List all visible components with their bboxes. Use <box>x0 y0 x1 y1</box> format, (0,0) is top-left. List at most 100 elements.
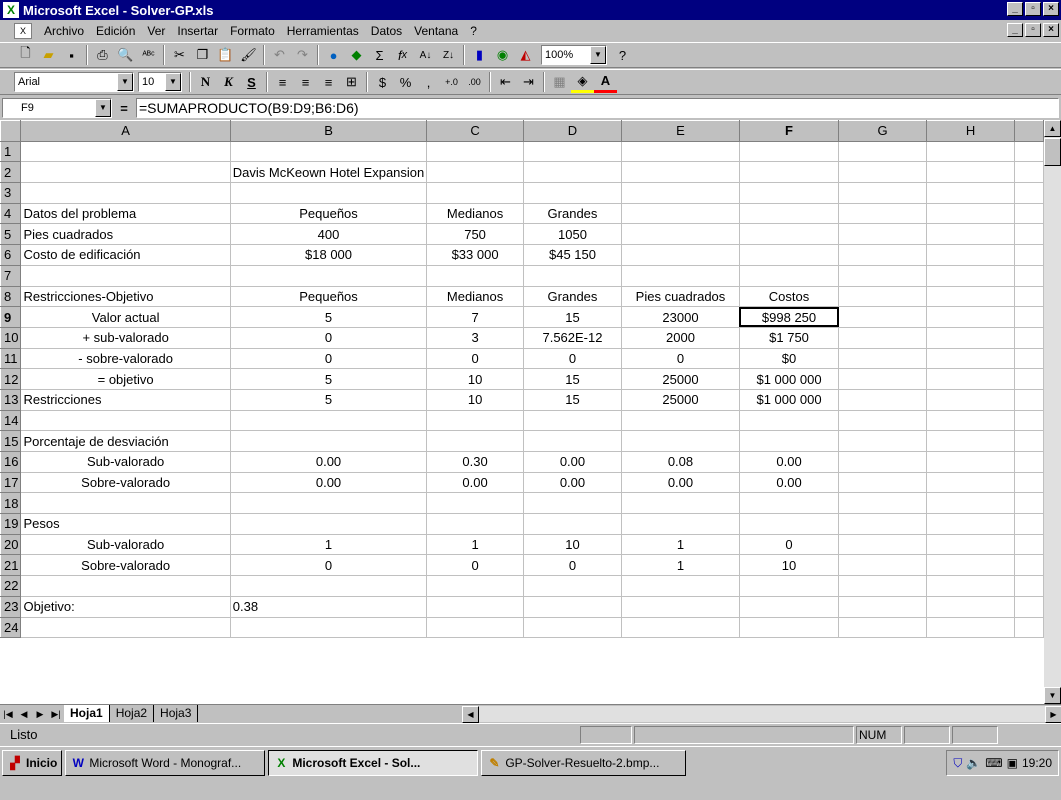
row-header[interactable]: 12 <box>0 368 22 390</box>
cell-h6[interactable] <box>925 244 1016 266</box>
cell-filler[interactable] <box>1014 388 1044 411</box>
cell-h3[interactable] <box>925 182 1016 204</box>
row-header[interactable]: 11 <box>0 347 22 370</box>
cell-b21[interactable]: 0 <box>229 554 428 577</box>
cell-e20[interactable]: 1 <box>621 533 740 556</box>
cell-f12[interactable]: $1 000 000 <box>738 368 840 390</box>
cell-c23[interactable] <box>426 595 524 618</box>
cell-d14[interactable] <box>522 409 623 432</box>
cell-b10[interactable]: 0 <box>229 326 428 349</box>
row-header[interactable]: 24 <box>0 616 22 639</box>
cell-a10[interactable]: + sub-valorado <box>20 326 231 349</box>
cell-filler[interactable] <box>1014 595 1044 618</box>
row-header[interactable]: 7 <box>0 264 22 287</box>
cell-c17[interactable]: 0.00 <box>426 471 524 494</box>
row-header[interactable]: 22 <box>0 575 22 597</box>
antivirus-icon[interactable]: ⛉ <box>953 756 962 771</box>
cell-filler[interactable] <box>1014 347 1044 370</box>
name-box[interactable]: F9 ▼ <box>2 98 112 118</box>
cell-a16[interactable]: Sub-valorado <box>20 451 231 473</box>
cell-e21[interactable]: 1 <box>621 554 740 577</box>
spellcheck-icon[interactable]: ᴬᴮᶜ <box>137 44 160 66</box>
cell-d7[interactable] <box>522 264 623 287</box>
scroll-right-icon[interactable]: ▶ <box>1045 706 1061 723</box>
minimize-button[interactable]: _ <box>1007 2 1023 16</box>
align-center-icon[interactable]: ≡ <box>294 71 317 93</box>
cell-b5[interactable]: 400 <box>229 223 428 246</box>
cell-filler[interactable] <box>1014 430 1044 452</box>
align-right-icon[interactable]: ≡ <box>317 71 340 93</box>
row-header[interactable]: 10 <box>0 326 22 349</box>
cell-d24[interactable] <box>522 616 623 639</box>
cell-a7[interactable] <box>20 264 231 287</box>
cell-f2[interactable] <box>738 161 840 184</box>
row-header[interactable]: 8 <box>0 285 22 308</box>
increase-indent-icon[interactable]: ⇥ <box>517 71 540 93</box>
menu-ventana[interactable]: Ventana <box>408 24 464 38</box>
zoom-select[interactable]: 100% ▼ <box>541 45 607 65</box>
cell-g2[interactable] <box>838 161 927 184</box>
format-painter-icon[interactable]: 🖌 <box>237 44 260 66</box>
cell-d13[interactable]: 15 <box>522 388 623 411</box>
document-icon[interactable]: X <box>14 23 32 39</box>
cell-h22[interactable] <box>925 575 1016 597</box>
menu-insertar[interactable]: Insertar <box>171 24 224 38</box>
cell-b20[interactable]: 1 <box>229 533 428 556</box>
font-size-dropdown-icon[interactable]: ▼ <box>165 73 181 91</box>
cell-d8[interactable]: Grandes <box>522 285 623 308</box>
new-file-icon[interactable]: 🗋 <box>14 44 37 66</box>
cell-h16[interactable] <box>925 451 1016 473</box>
taskbar-item-excel[interactable]: X Microsoft Excel - Sol... <box>268 750 479 776</box>
doc-minimize-button[interactable]: _ <box>1007 23 1023 37</box>
cell-d15[interactable] <box>522 430 623 452</box>
column-header-g[interactable]: G <box>838 120 927 142</box>
cell-filler[interactable] <box>1014 326 1044 349</box>
cell-h13[interactable] <box>925 388 1016 411</box>
cell-filler[interactable] <box>1014 554 1044 577</box>
cell-b12[interactable]: 5 <box>229 368 428 390</box>
row-header[interactable]: 1 <box>0 140 22 163</box>
row-header[interactable]: 21 <box>0 554 22 577</box>
cell-h15[interactable] <box>925 430 1016 452</box>
cell-e11[interactable]: 0 <box>621 347 740 370</box>
cell-b11[interactable]: 0 <box>229 347 428 370</box>
cell-b14[interactable] <box>229 409 428 432</box>
cell-filler[interactable] <box>1014 244 1044 266</box>
scroll-left-icon[interactable]: ◀ <box>462 706 479 723</box>
taskbar-item-word[interactable]: W Microsoft Word - Monograf... <box>65 750 266 776</box>
menu-help[interactable]: ? <box>464 24 483 38</box>
font-size-select[interactable]: 10 ▼ <box>138 72 182 92</box>
cell-h21[interactable] <box>925 554 1016 577</box>
cell-a4[interactable]: Datos del problema <box>20 202 231 225</box>
cell-c3[interactable] <box>426 182 524 204</box>
cell-d2[interactable] <box>522 161 623 184</box>
row-header[interactable]: 2 <box>0 161 22 184</box>
cell-e23[interactable] <box>621 595 740 618</box>
cell-h5[interactable] <box>925 223 1016 246</box>
increase-decimal-icon[interactable]: +.0 <box>440 71 463 93</box>
cell-d9[interactable]: 15 <box>522 306 623 328</box>
font-color-icon[interactable]: A <box>594 71 617 93</box>
menu-ver[interactable]: Ver <box>141 24 171 38</box>
cell-h4[interactable] <box>925 202 1016 225</box>
cell-b3[interactable] <box>229 182 428 204</box>
percent-icon[interactable]: % <box>394 71 417 93</box>
cell-e22[interactable] <box>621 575 740 597</box>
cell-b7[interactable] <box>229 264 428 287</box>
menu-herramientas[interactable]: Herramientas <box>281 24 365 38</box>
cell-b2[interactable]: Davis McKeown Hotel Expansion <box>229 161 428 184</box>
cell-f15[interactable] <box>738 430 840 452</box>
cell-f23[interactable] <box>738 595 840 618</box>
cell-d12[interactable]: 15 <box>522 368 623 390</box>
comma-style-icon[interactable]: , <box>417 71 440 93</box>
cell-b15[interactable] <box>229 430 428 452</box>
cell-e4[interactable] <box>621 202 740 225</box>
next-sheet-icon[interactable]: ▶ <box>32 706 48 722</box>
prev-sheet-icon[interactable]: ◀ <box>16 706 32 722</box>
cell-h8[interactable] <box>925 285 1016 308</box>
cell-h12[interactable] <box>925 368 1016 390</box>
paste-icon[interactable]: 📋 <box>214 44 237 66</box>
merge-center-icon[interactable]: ⊞ <box>340 71 363 93</box>
close-button[interactable]: × <box>1043 2 1059 16</box>
cell-f5[interactable] <box>738 223 840 246</box>
